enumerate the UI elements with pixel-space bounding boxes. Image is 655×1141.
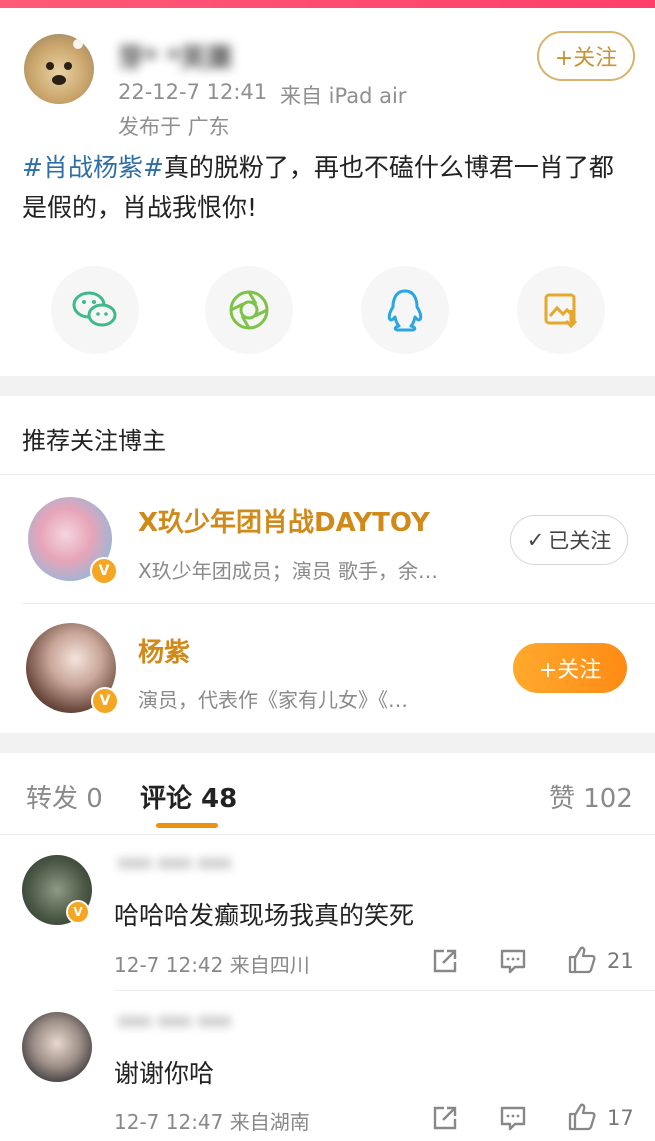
post-source: 来自 iPad air (280, 84, 407, 108)
tab-likes[interactable]: 赞 102 (549, 778, 633, 815)
followed-label: 已关注 (548, 529, 612, 553)
divider-line (0, 834, 655, 835)
like-icon[interactable] (566, 944, 598, 976)
share-moments-button[interactable] (205, 266, 293, 354)
comment-avatar[interactable] (22, 1012, 92, 1082)
post-location: 发布于 广东 (118, 115, 230, 139)
comment-meta: 12-7 12:47 来自湖南 (114, 1110, 310, 1134)
verified-badge: V (90, 557, 118, 585)
save-image-button[interactable] (517, 266, 605, 354)
post-author-avatar[interactable] (24, 34, 94, 104)
comment-text: 谢谢你哈 (114, 1059, 215, 1088)
post-hashtag[interactable]: #肖战杨紫# (22, 153, 164, 182)
verified-badge: V (66, 900, 90, 924)
wechat-icon (72, 291, 117, 327)
divider-line (22, 603, 655, 604)
like-icon[interactable] (566, 1101, 598, 1133)
comment-username[interactable]: *** *** *** (118, 1014, 231, 1039)
comment-meta: 12-7 12:42 来自四川 (114, 953, 310, 977)
section-divider (0, 733, 655, 753)
comment-icon[interactable] (498, 946, 528, 976)
recommend-name-yangzi[interactable]: 杨紫 (138, 632, 190, 669)
comment-icon[interactable] (498, 1103, 528, 1133)
recommend-title: 推荐关注博主 (22, 427, 166, 455)
verified-badge: V (91, 687, 119, 715)
tab-comments[interactable]: 评论 48 (140, 778, 237, 815)
share-icon[interactable] (430, 946, 460, 976)
post-content: #肖战杨紫#真的脱粉了，再也不磕什么博君一肖了都是假的，肖战我恨你! (22, 148, 637, 228)
qq-icon (387, 289, 423, 332)
divider-line (0, 474, 655, 475)
divider-line (114, 990, 655, 991)
recommend-desc-xjiu: X玖少年团成员；演员 歌手，余… (138, 559, 439, 583)
recommend-name-xjiu[interactable]: X玖少年团肖战DAYTOY (138, 502, 430, 539)
top-accent-bar (0, 0, 655, 8)
dog-avatar-icon (46, 39, 83, 85)
comment-username[interactable]: *** *** *** (118, 856, 231, 881)
share-wechat-button[interactable] (51, 266, 139, 354)
moments-icon (229, 290, 269, 330)
share-qq-button[interactable] (361, 266, 449, 354)
active-tab-indicator (156, 823, 218, 828)
comment-text: 哈哈哈发癫现场我真的笑死 (114, 901, 415, 930)
follow-button[interactable]: +关注 (537, 31, 635, 81)
check-icon: ✓ (526, 528, 545, 552)
like-count: 17 (607, 1106, 634, 1130)
followed-button[interactable]: ✓ 已关注 (510, 515, 628, 565)
follow-yangzi-button[interactable]: +关注 (513, 643, 627, 693)
recommend-desc-yangzi: 演员，代表作《家有儿女》《… (138, 688, 408, 712)
post-author-name[interactable]: 芽* *芙蕖 (118, 38, 232, 75)
like-count: 21 (607, 949, 634, 973)
tab-repost[interactable]: 转发 0 (26, 778, 103, 815)
share-icon[interactable] (430, 1103, 460, 1133)
section-divider (0, 376, 655, 396)
save-image-icon (544, 293, 578, 329)
post-time: 22-12-7 12:41 (118, 80, 268, 104)
